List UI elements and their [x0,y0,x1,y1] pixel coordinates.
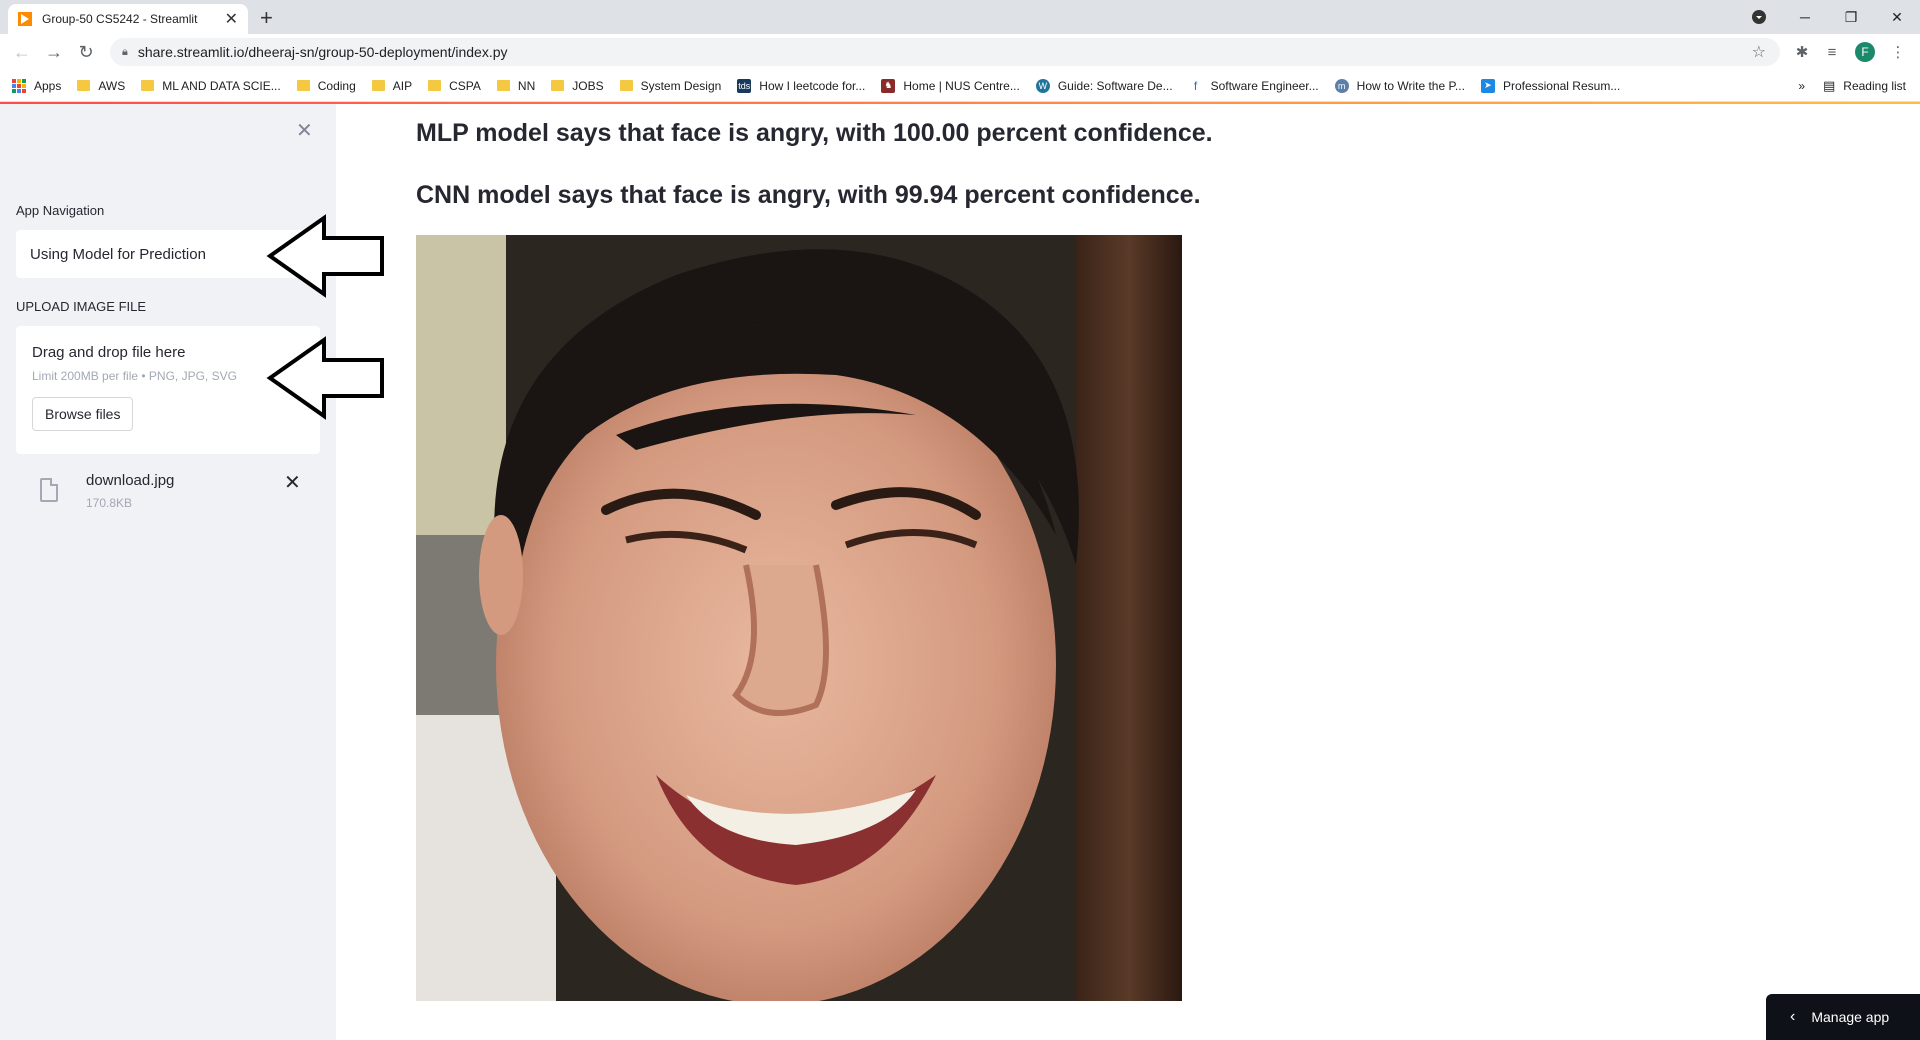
folder-icon [77,80,91,91]
folder-icon [496,80,510,91]
minimize-icon[interactable]: ─ [1782,0,1828,34]
bookmark-aws[interactable]: AWS [77,79,125,93]
bookmark-guide-software[interactable]: W Guide: Software De... [1035,78,1173,93]
dropzone-title: Drag and drop file here [32,344,186,361]
bookmark-aip[interactable]: AIP [371,79,412,93]
site-icon: ♞ [881,78,896,93]
address-bar[interactable]: 🔒︎ share.streamlit.io/dheeraj-sn/group-5… [110,38,1780,66]
sidebar-close-icon[interactable]: ✕ [296,118,313,143]
site-icon: f [1188,78,1203,93]
annotation-arrow-left-icon [266,214,384,298]
tab-title: Group-50 CS5242 - Streamlit [42,12,198,26]
browser-toolbar: ← → ↻ 🔒︎ share.streamlit.io/dheeraj-sn/g… [0,34,1920,70]
site-icon: ➤ [1480,78,1495,93]
bookmark-jobs[interactable]: JOBS [551,79,604,93]
uploaded-file: download.jpg 170.8KB ✕ [36,466,306,512]
bookmark-ml-data-science[interactable]: ML AND DATA SCIE... [141,79,281,93]
manage-app-button[interactable]: ‹ Manage app [1766,994,1920,1040]
remove-file-icon[interactable]: ✕ [284,470,301,495]
dropzone-limit: Limit 200MB per file • PNG, JPG, SVG [32,369,237,383]
tab-close-icon[interactable]: ✕ [225,9,238,29]
url-text: share.streamlit.io/dheeraj-sn/group-50-d… [137,44,508,60]
manage-app-label: Manage app [1811,1009,1890,1025]
bookmarks-overflow-icon[interactable]: » [1798,79,1805,93]
file-icon [40,478,58,502]
cnn-result-text: CNN model says that face is angry, with … [416,181,1201,209]
new-tab-button[interactable]: + [260,5,273,31]
back-icon[interactable]: ← [10,40,34,64]
more-menu-icon[interactable]: ⋮ [1888,42,1908,62]
bookmark-apps[interactable]: Apps [12,78,61,93]
file-name: download.jpg [86,472,175,489]
folder-icon [141,80,155,91]
file-size: 170.8KB [86,496,133,510]
folder-icon [296,80,310,91]
reading-list-button[interactable]: Reading list [1843,79,1906,93]
media-queue-icon[interactable]: ≡ [1822,42,1842,62]
bookmark-system-design[interactable]: System Design [619,79,721,93]
bookmark-nus[interactable]: ♞ Home | NUS Centre... [881,78,1020,93]
bookmark-star-icon[interactable]: ☆ [1752,42,1766,62]
site-icon: tds [737,78,752,93]
mlp-result-text: MLP model says that face is angry, with … [416,119,1213,147]
apps-grid-icon [12,78,26,93]
bookmarks-bar: Apps AWS ML AND DATA SCIE... Coding AIP … [0,70,1920,102]
annotation-arrow-left-icon [266,336,384,420]
bookmark-leetcode[interactable]: tds How I leetcode for... [737,78,865,93]
upload-image-label: UPLOAD IMAGE FILE [16,299,147,314]
forward-icon[interactable]: → [42,40,66,64]
reading-list-icon: ▤ [1823,77,1836,93]
select-value: Using Model for Prediction [30,245,206,263]
bookmark-software-engineer[interactable]: f Software Engineer... [1188,78,1319,93]
restore-icon[interactable]: ❐ [1828,0,1874,34]
browse-files-button[interactable]: Browse files [32,397,134,431]
folder-icon [428,80,442,91]
wordpress-icon: W [1035,78,1050,93]
bookmark-how-to-write[interactable]: m How to Write the P... [1334,78,1465,93]
browser-tab[interactable]: Group-50 CS5242 - Streamlit ✕ [8,4,248,34]
app-navigation-label: App Navigation [16,203,105,218]
folder-icon [619,80,633,91]
bookmark-professional-resume[interactable]: ➤ Professional Resum... [1480,78,1620,93]
uploaded-face-image [416,235,1182,1001]
streamlit-favicon-icon [18,12,32,26]
profile-menu-icon[interactable] [1736,0,1782,34]
bookmark-coding[interactable]: Coding [296,79,356,93]
extensions-icon[interactable]: ✱ [1792,42,1812,62]
bookmarks-right: » ▤ Reading list [1798,78,1906,94]
chevron-left-icon: ‹ [1790,1008,1796,1025]
folder-icon [371,80,385,91]
window-close-icon[interactable]: ✕ [1874,0,1920,34]
profile-avatar[interactable]: F [1855,42,1875,62]
bookmark-nn[interactable]: NN [496,79,535,93]
site-icon: m [1334,78,1349,93]
bookmark-cspa[interactable]: CSPA [428,79,481,93]
browser-tab-bar: Group-50 CS5242 - Streamlit ✕ + ─ ❐ ✕ [0,0,1920,34]
folder-icon [551,80,565,91]
lock-icon: 🔒︎ [122,45,128,58]
reload-icon[interactable]: ↻ [74,40,98,64]
